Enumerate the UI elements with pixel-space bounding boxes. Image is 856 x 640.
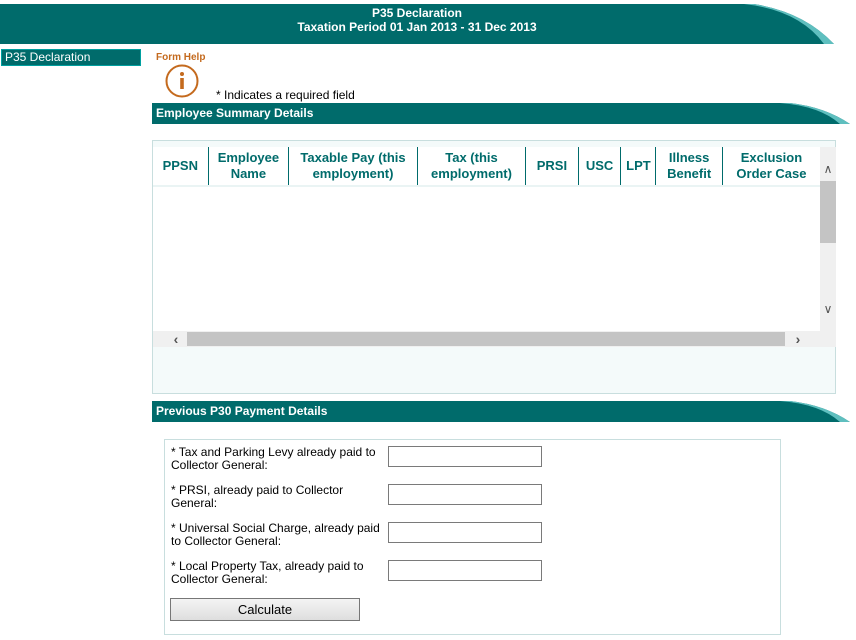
employee-table-viewport: PPSN Employee Name Taxable Pay (this emp… [153, 147, 820, 331]
table-header-row: PPSN Employee Name Taxable Pay (this emp… [153, 147, 820, 185]
usc-paid-input[interactable] [388, 522, 542, 543]
scroll-right-icon[interactable]: › [789, 331, 807, 347]
prsi-paid-label: * PRSI, already paid to Collector Genera… [171, 483, 344, 510]
vertical-scrollbar[interactable]: ∧ ∨ [820, 147, 836, 331]
scroll-up-icon[interactable]: ∧ [820, 161, 836, 177]
required-field-note: * Indicates a required field [216, 88, 355, 102]
column-header-exclusion-order-case[interactable]: Exclusion Order Case [722, 147, 820, 185]
horizontal-scrollbar[interactable]: ‹ › [153, 331, 836, 347]
table-header-divider [153, 185, 820, 187]
employee-summary-panel: PPSN Employee Name Taxable Pay (this emp… [152, 140, 836, 394]
p30-payment-form: * Tax and Parking Levy already paid to C… [164, 439, 781, 635]
section-swoosh-decoration [780, 401, 850, 422]
section-title: Employee Summary Details [156, 106, 314, 120]
nav-item-p35-declaration[interactable]: P35 Declaration [1, 49, 141, 66]
column-header-ppsn[interactable]: PPSN [153, 147, 209, 185]
column-header-tax[interactable]: Tax (this employment) [417, 147, 527, 185]
form-help-label[interactable]: Form Help [156, 52, 205, 63]
column-header-employee-name[interactable]: Employee Name [208, 147, 290, 185]
column-header-prsi[interactable]: PRSI [525, 147, 579, 185]
prsi-paid-input[interactable] [388, 484, 542, 505]
column-header-taxable-pay[interactable]: Taxable Pay (this employment) [288, 147, 418, 185]
horizontal-scroll-thumb[interactable] [187, 332, 785, 346]
section-swoosh-decoration [780, 103, 850, 124]
banner-swoosh-decoration [744, 4, 834, 44]
tax-parking-levy-label: * Tax and Parking Levy already paid to C… [171, 445, 376, 472]
usc-paid-label: * Universal Social Charge, already paid … [171, 521, 380, 548]
vertical-scroll-thumb[interactable] [820, 181, 836, 243]
lpt-paid-input[interactable] [388, 560, 542, 581]
section-title: Previous P30 Payment Details [156, 404, 328, 418]
column-header-illness-benefit[interactable]: Illness Benefit [655, 147, 723, 185]
column-header-lpt[interactable]: LPT [620, 147, 657, 185]
scroll-down-icon[interactable]: ∨ [820, 301, 836, 317]
info-icon[interactable] [165, 64, 199, 98]
tax-parking-levy-input[interactable] [388, 446, 542, 467]
scroll-left-icon[interactable]: ‹ [167, 331, 185, 347]
calculate-button[interactable]: Calculate [170, 598, 360, 621]
p30-payment-header: Previous P30 Payment Details [152, 401, 850, 422]
nav-item-label: P35 Declaration [5, 50, 91, 64]
page-title: P35 Declaration [371, 6, 463, 20]
column-header-usc[interactable]: USC [578, 147, 622, 185]
page-subtitle: Taxation Period 01 Jan 2013 - 31 Dec 201… [297, 20, 537, 34]
employee-summary-header: Employee Summary Details [152, 103, 850, 124]
employee-summary-table: PPSN Employee Name Taxable Pay (this emp… [153, 147, 820, 185]
page-header-banner: P35 Declaration Taxation Period 01 Jan 2… [0, 4, 834, 44]
lpt-paid-label: * Local Property Tax, already paid to Co… [171, 559, 364, 586]
